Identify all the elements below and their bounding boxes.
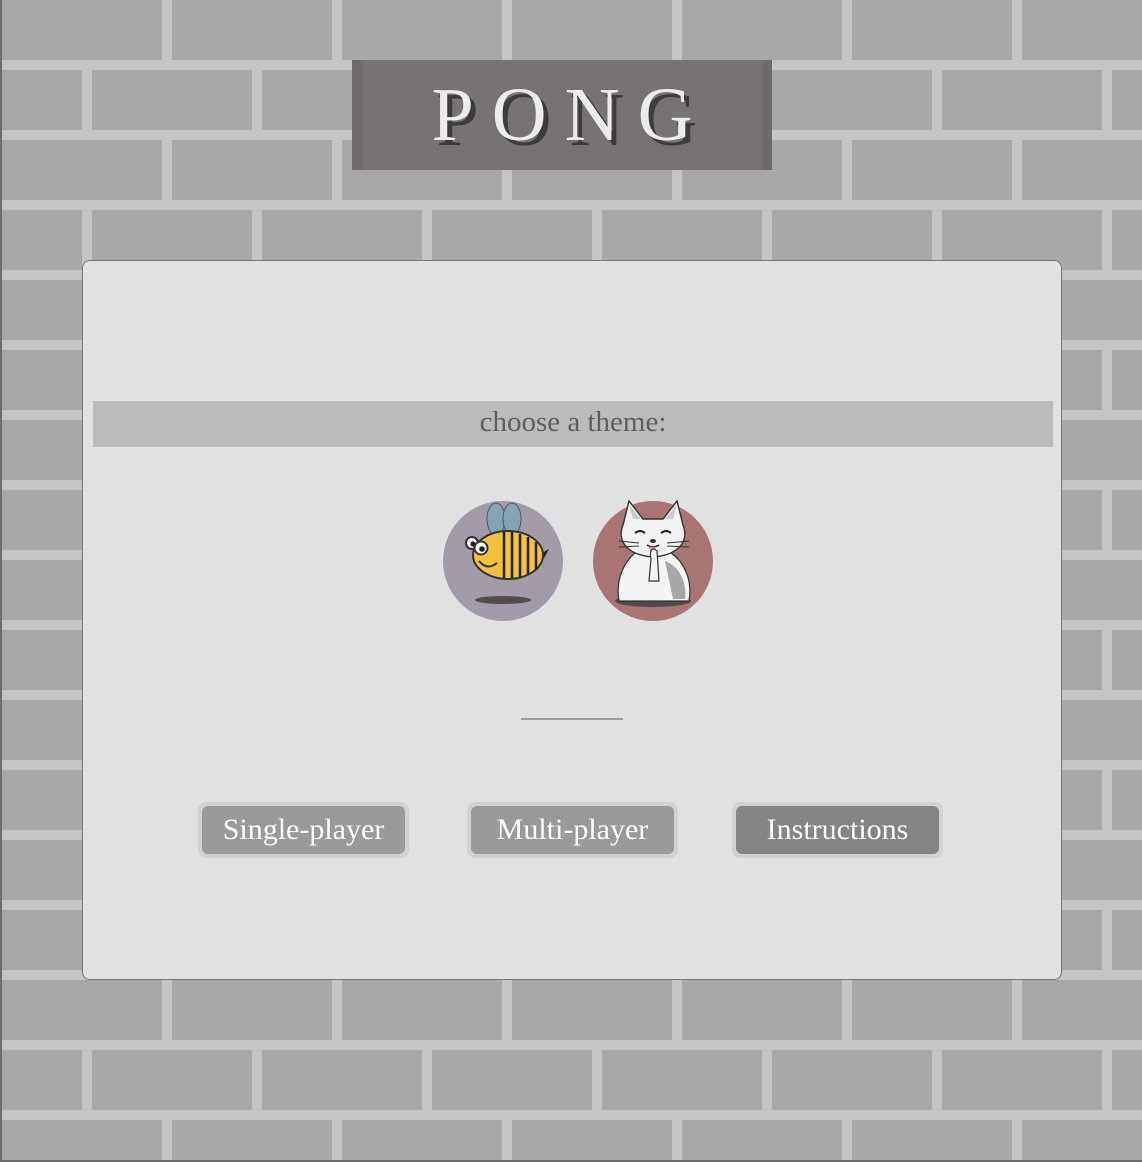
- cat-icon: [615, 499, 691, 607]
- brick: [1022, 140, 1142, 200]
- theme-option-cat[interactable]: [593, 499, 713, 621]
- brick: [682, 0, 842, 60]
- menu-divider: [521, 718, 623, 720]
- brick: [512, 1120, 672, 1162]
- brick: [512, 0, 672, 60]
- brick: [1112, 770, 1142, 830]
- brick: [1112, 630, 1142, 690]
- brick: [1112, 350, 1142, 410]
- brick: [2, 140, 162, 200]
- brick: [852, 140, 1012, 200]
- brick: [602, 1050, 762, 1110]
- brick: [1112, 70, 1142, 130]
- brick: [342, 980, 502, 1040]
- brick: [682, 980, 842, 1040]
- brick: [342, 0, 502, 60]
- frame-left-border: [0, 0, 2, 1162]
- instructions-button[interactable]: Instructions: [736, 806, 939, 854]
- brick: [1112, 210, 1142, 270]
- brick: [1112, 490, 1142, 550]
- brick: [942, 1050, 1102, 1110]
- theme-prompt-bar: choose a theme:: [93, 401, 1053, 447]
- brick: [0, 630, 82, 690]
- brick: [512, 980, 672, 1040]
- main-menu-panel: choose a theme: Single-player Multi-play…: [82, 260, 1062, 980]
- brick: [2, 1120, 162, 1162]
- brick: [1112, 1050, 1142, 1110]
- brick: [772, 1050, 932, 1110]
- brick: [432, 1050, 592, 1110]
- brick: [172, 0, 332, 60]
- brick: [0, 210, 82, 270]
- brick: [92, 1050, 252, 1110]
- brick: [682, 1120, 842, 1162]
- theme-option-bee[interactable]: [443, 501, 563, 621]
- brick: [1022, 0, 1142, 60]
- brick: [0, 70, 82, 130]
- instructions-button-frame: Instructions: [732, 802, 943, 858]
- single-player-button[interactable]: Single-player: [202, 806, 405, 854]
- brick: [342, 1120, 502, 1162]
- theme-prompt-label: choose a theme:: [479, 405, 667, 438]
- brick: [852, 0, 1012, 60]
- brick: [172, 980, 332, 1040]
- single-player-button-frame: Single-player: [198, 802, 409, 858]
- brick: [852, 1120, 1012, 1162]
- brick: [92, 70, 252, 130]
- brick: [852, 980, 1012, 1040]
- brick: [172, 140, 332, 200]
- page-title: PONG: [431, 73, 711, 157]
- brick: [1022, 980, 1142, 1040]
- brick: [0, 770, 82, 830]
- brick: [942, 70, 1102, 130]
- bee-icon: [465, 502, 549, 604]
- brick: [0, 1050, 82, 1110]
- brick: [0, 350, 82, 410]
- brick: [772, 70, 932, 130]
- multi-player-button[interactable]: Multi-player: [471, 806, 674, 854]
- brick: [1022, 1120, 1142, 1162]
- multi-player-button-frame: Multi-player: [467, 802, 678, 858]
- brick: [2, 0, 162, 60]
- brick: [172, 1120, 332, 1162]
- brick: [262, 1050, 422, 1110]
- brick: [0, 490, 82, 550]
- title-banner: PONG: [352, 60, 772, 170]
- brick: [0, 910, 82, 970]
- brick: [1112, 910, 1142, 970]
- brick: [2, 980, 162, 1040]
